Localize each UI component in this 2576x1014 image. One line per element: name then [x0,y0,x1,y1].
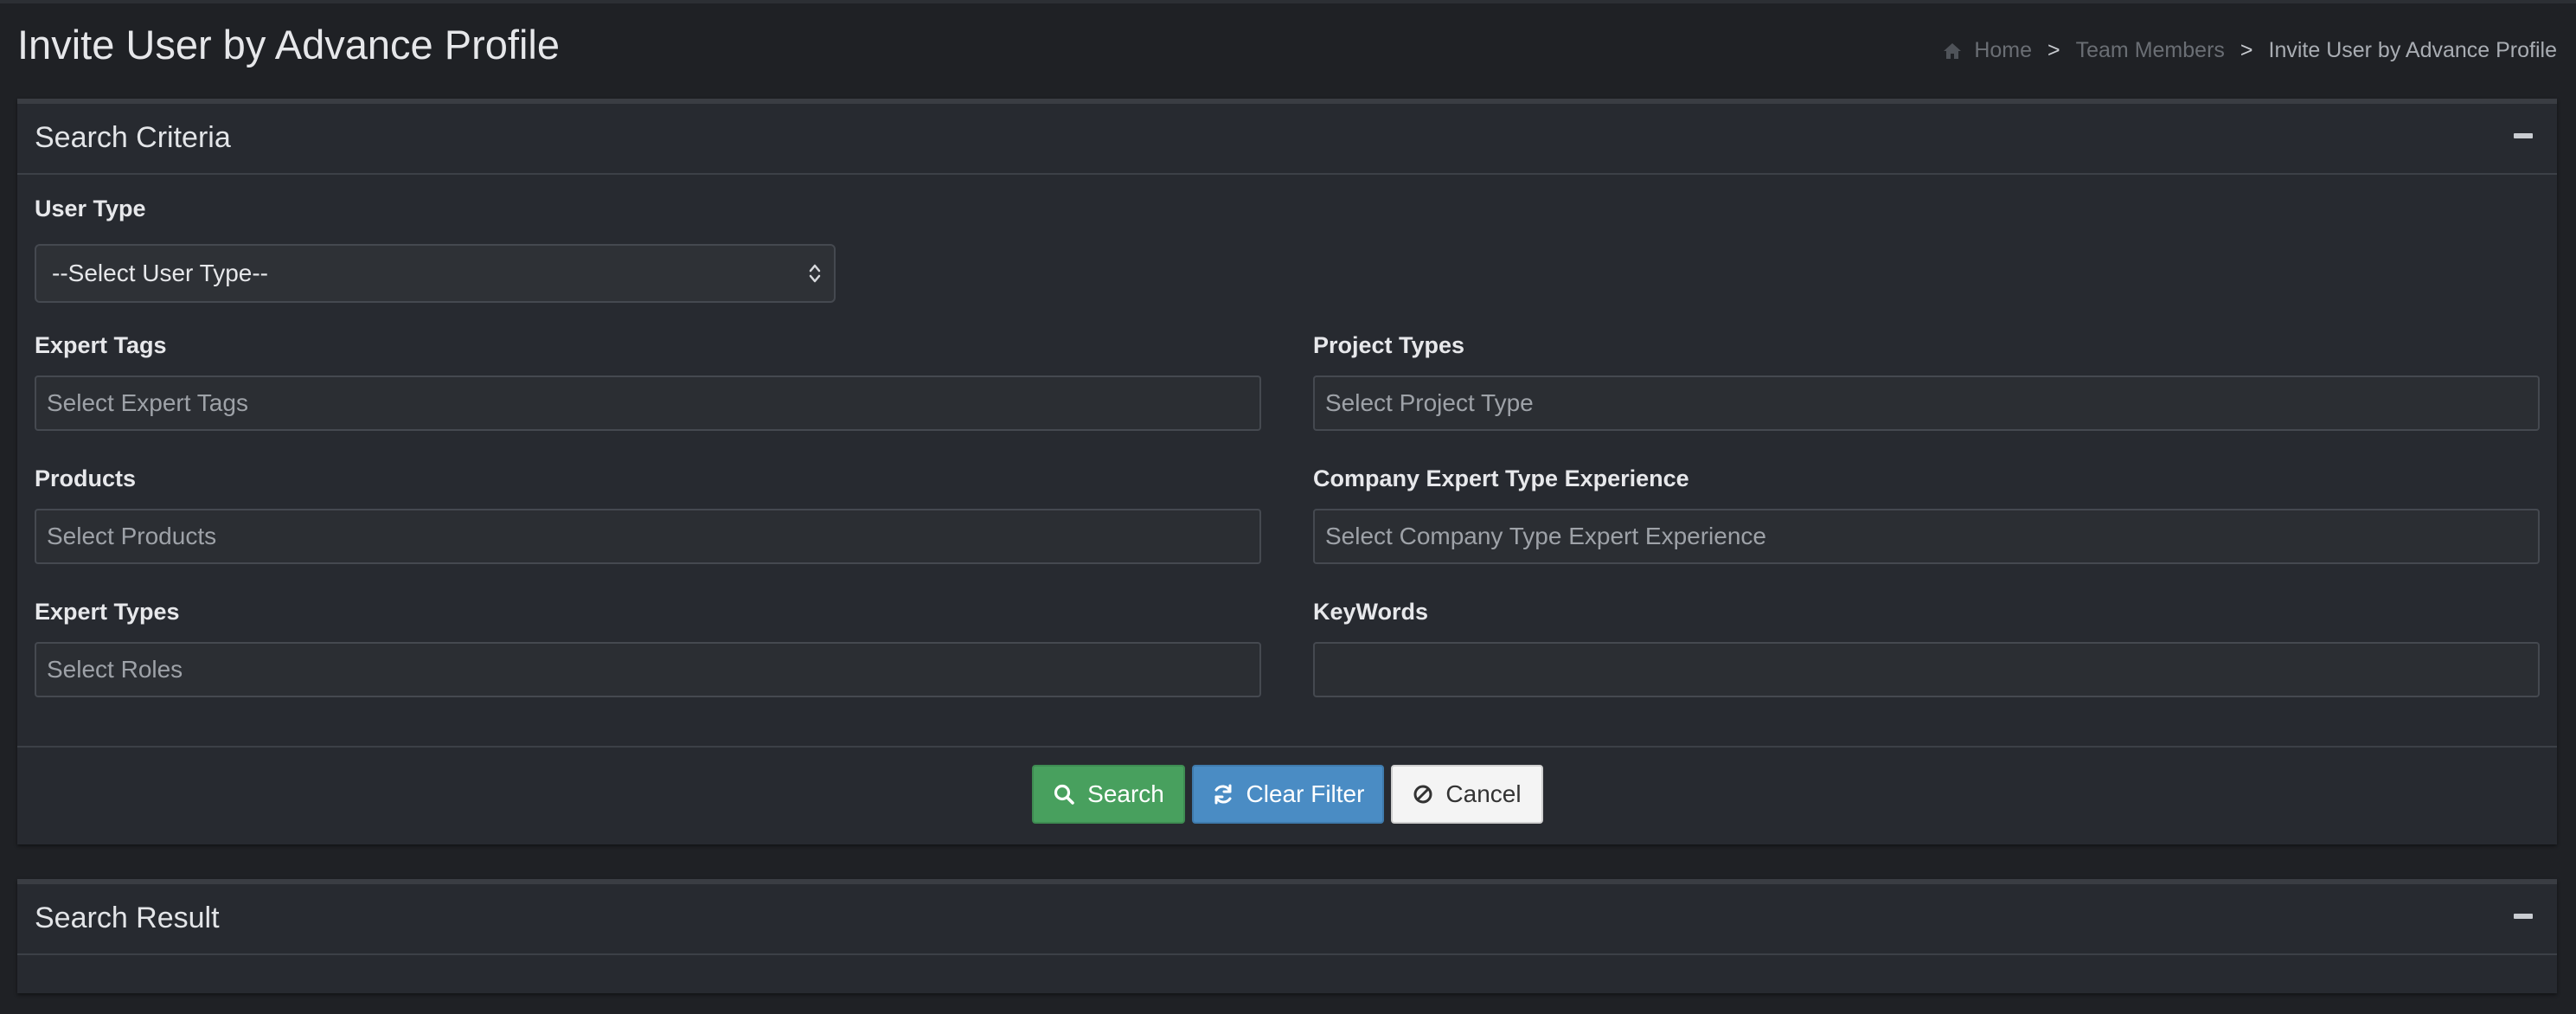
expert-tags-label: Expert Tags [35,332,167,358]
expert-tags-placeholder: Select Expert Tags [47,389,248,416]
expert-tags-input[interactable]: Select Expert Tags [35,375,1261,431]
company-expert-type-experience-input[interactable]: Select Company Type Expert Experience [1313,509,2540,564]
minus-icon[interactable] [2514,133,2533,138]
keywords-label: KeyWords [1313,599,1429,625]
search-criteria-body: User Type --Select User Type-- Expert Ta… [17,175,2557,748]
search-result-title: Search Result [35,902,220,934]
company-expert-type-experience-placeholder: Select Company Type Expert Experience [1325,523,1766,549]
search-button-label: Search [1087,780,1164,807]
search-button[interactable]: Search [1032,765,1185,824]
project-types-input[interactable]: Select Project Type [1313,375,2540,431]
chevron-updown-icon [808,261,822,286]
breadcrumb-separator: > [2047,38,2060,62]
breadcrumb-home-link[interactable]: Home [1974,38,2032,63]
expert-types-label: Expert Types [35,599,180,625]
minus-icon[interactable] [2514,914,2533,919]
expert-types-input[interactable]: Select Roles [35,642,1261,697]
products-placeholder: Select Products [47,523,217,549]
breadcrumb-current: Invite User by Advance Profile [2268,38,2558,62]
project-types-placeholder: Select Project Type [1325,389,1534,416]
breadcrumb-separator: > [2240,38,2253,62]
products-label: Products [35,465,137,491]
search-icon [1054,784,1074,805]
search-criteria-title: Search Criteria [35,121,231,154]
search-result-panel: Search Result [17,879,2557,993]
project-types-label: Project Types [1313,332,1465,358]
user-type-select[interactable]: --Select User Type-- [35,244,836,303]
user-type-label: User Type [35,196,146,221]
user-type-selected-value: --Select User Type-- [52,260,268,286]
cancel-button[interactable]: Cancel [1391,765,1543,824]
content-header: Invite User by Advance Profile Home > Te… [0,3,2576,95]
search-result-body [17,955,2557,993]
breadcrumb-team-members-link[interactable]: Team Members [2076,38,2225,63]
breadcrumb: Home > Team Members > Invite User by Adv… [1943,38,2557,63]
page: Invite User by Advance Profile Home > Te… [0,0,2576,1014]
clear-filter-button[interactable]: Clear Filter [1192,765,1384,824]
page-title: Invite User by Advance Profile [17,22,560,67]
cancel-button-label: Cancel [1445,780,1522,807]
ban-icon [1413,785,1432,804]
search-criteria-header: Search Criteria [17,104,2557,175]
expert-types-placeholder: Select Roles [47,656,183,683]
clear-filter-button-label: Clear Filter [1246,780,1365,807]
products-input[interactable]: Select Products [35,509,1261,564]
search-result-header: Search Result [17,884,2557,955]
search-criteria-footer: Search Clear Filter Cancel [17,748,2557,834]
company-expert-type-experience-label: Company Expert Type Experience [1313,465,1689,491]
keywords-input[interactable] [1313,642,2540,697]
home-icon[interactable] [1943,42,1962,60]
search-criteria-panel: Search Criteria User Type --Select User … [17,99,2557,844]
refresh-icon [1214,784,1232,805]
